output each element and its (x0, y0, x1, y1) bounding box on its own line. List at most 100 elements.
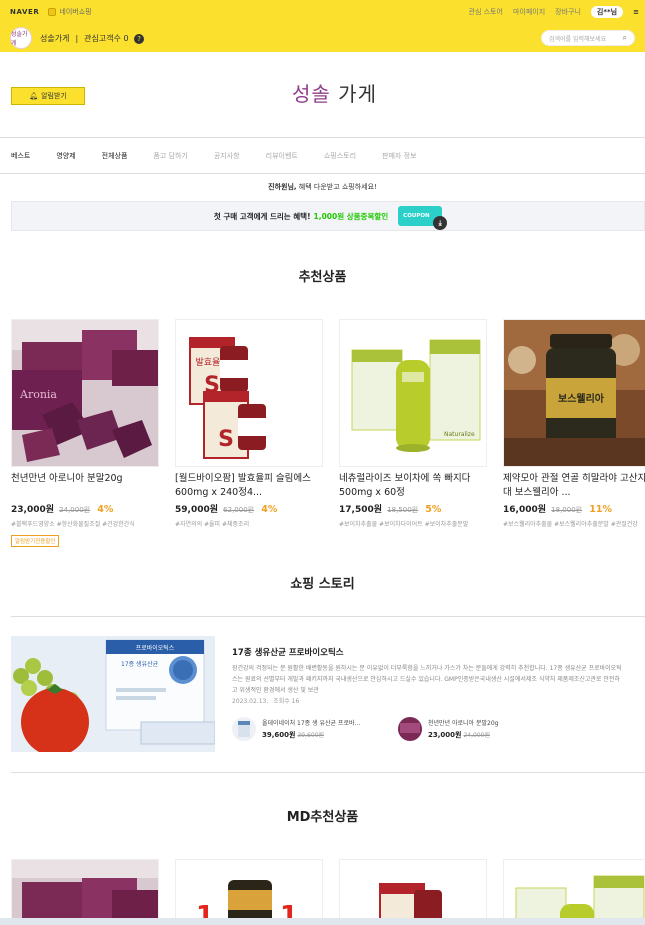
product-card[interactable]: 보스웰리아 제약모아 관절 연골 히말라야 고산지대 보스웰리아 ... 16,… (503, 319, 645, 528)
sale-price: 16,000원 (503, 505, 547, 515)
product-image[interactable]: 보스웰리아 (503, 319, 645, 467)
related-product-name: 천년만년 아로니아 분말20g (428, 720, 499, 727)
brand-title[interactable]: 성솔 가게 (292, 78, 377, 107)
product-price: 23,000원 24,000원 4% (11, 502, 159, 515)
nav-item-review-event[interactable]: 리뷰이벤트 (266, 151, 298, 161)
sale-price: 23,000원 (11, 505, 55, 515)
alarm-button[interactable]: 🔔︎ 알림받기 (11, 87, 85, 105)
product-name[interactable]: [월드바이오팜] 발효율피 슬림에스 600mg x 240정4... (175, 472, 323, 500)
story-description: 장건강의 걱정되는 분 원활한 배변활동을 원하시는 분 이유없이 더부룩함을 … (232, 665, 622, 694)
category-nav: 베스트 영양제 전체상품 품고 담하기 공지사항 리뷰이벤트 쇼핑스토리 판매자… (0, 138, 645, 174)
related-original-price: 39,600원 (297, 732, 324, 739)
favorite-count-label: 관심고객수 0 (84, 33, 129, 43)
svg-text:Naturalize: Naturalize (444, 431, 475, 438)
store-logo[interactable]: 성솔가게 (10, 27, 32, 49)
utility-bar: NAVER 네이버쇼핑 관심 스토어 마이페이지 장바구니 김**님 ≡ (0, 0, 645, 24)
bell-icon: 🔔︎ (29, 92, 39, 100)
product-image[interactable]: 발효율피 S S (175, 319, 323, 467)
naver-shopping-link[interactable]: 네이버쇼핑 (48, 7, 92, 17)
top-bar: NAVER 네이버쇼핑 관심 스토어 마이페이지 장바구니 김**님 ≡ 성솔가… (0, 0, 645, 52)
search-input[interactable]: 검색어를 입력해보세요 ⌕ (541, 30, 635, 46)
store-header: 🔔︎ 알림받기 성솔 가게 (0, 52, 645, 138)
svg-text:17종 생유산균: 17종 생유산균 (121, 660, 159, 668)
md-product-card[interactable] (503, 859, 645, 925)
store-name[interactable]: 성솔가게 (40, 33, 69, 44)
menu-icon[interactable]: ≡ (633, 8, 639, 16)
naver-logo[interactable]: NAVER (10, 8, 39, 16)
story-views: 조회수 16 (273, 698, 300, 705)
favorite-store-link[interactable]: 관심 스토어 (469, 7, 503, 17)
recommended-title: 추천상품 (298, 270, 347, 285)
search-icon[interactable]: ⌕ (623, 33, 627, 43)
story-related-product[interactable]: 올데이네이처 17종 생 유산균 프로바... 39,600원 39,600원 (232, 717, 372, 741)
welcome-user-name: 진하원님, (268, 183, 297, 191)
related-product-name: 올데이네이처 17종 생 유산균 프로바... (262, 720, 361, 727)
discount-rate: 4% (261, 504, 278, 515)
mypage-link[interactable]: 마이페이지 (513, 7, 545, 17)
nav-item-best[interactable]: 베스트 (11, 151, 30, 161)
related-product-info: 천년만년 아로니아 분말20g 23,000원 24,000원 (428, 718, 538, 740)
welcome-text: 혜택 다운받고 쇼핑하세요! (296, 183, 377, 191)
original-price: 18,500원 (387, 506, 419, 514)
product-image[interactable]: Naturalize (339, 319, 487, 467)
product-card[interactable]: Naturalize 네츄럴라이즈 보이차에 쏙 빠지다 500mg x 60정… (339, 319, 487, 528)
related-product-thumb (232, 717, 256, 741)
alarm-label: 알림받기 (41, 92, 67, 100)
md-section-title: MD추천상품 (286, 810, 359, 825)
story-image[interactable]: 프로바이오틱스 17종 생유산균 (11, 636, 215, 752)
search-placeholder: 검색어를 입력해보세요 (549, 35, 607, 43)
related-product-info: 올데이네이처 17종 생 유산균 프로바... 39,600원 39,600원 (262, 718, 372, 740)
md-products: 1 1 (11, 859, 645, 925)
coupon-text: 첫 구매 고객에게 드리는 혜택! (213, 211, 311, 221)
product-price: 16,000원 18,000원 11% (503, 502, 645, 515)
product-card[interactable]: 발효율피 S S [월드바이오팜] 발효율피 슬림에스 600mg x 240정… (175, 319, 323, 528)
product-price: 17,500원 18,500원 5% (339, 502, 487, 515)
favorite-count: 관심고객수 0 ? (84, 33, 145, 44)
svg-text:프로바이오틱스: 프로바이오틱스 (136, 644, 175, 652)
related-product-price: 23,000원 24,000원 (428, 730, 538, 740)
brand-title-part2: 가게 (330, 82, 377, 106)
product-badge: 알림받기전용할인 (11, 535, 60, 547)
utility-links: 관심 스토어 마이페이지 장바구니 김**님 ≡ (469, 6, 639, 18)
related-product-thumb (398, 717, 422, 741)
store-bar: 성솔가게 성솔가게 | 관심고객수 0 ? 검색어를 입력해보세요 ⌕ (0, 24, 645, 52)
nav-item-wishlist[interactable]: 품고 담하기 (153, 151, 187, 161)
product-card[interactable]: Aronia 천년만년 아로니아 분말20g 23,000원 24,000원 4… (11, 319, 159, 547)
brand-title-part1: 성솔 (292, 82, 331, 106)
svg-text:보스웰리아: 보스웰리아 (558, 392, 605, 405)
product-name[interactable]: 네츄럴라이즈 보이차에 쏙 빠지다 500mg x 60정 (339, 472, 487, 500)
welcome-message: 진하원님, 혜택 다운받고 쇼핑하세요! (0, 182, 645, 192)
nav-item-notice[interactable]: 공지사항 (214, 151, 240, 161)
help-icon[interactable]: ? (134, 33, 145, 44)
nav-item-shopping-story[interactable]: 쇼핑스토리 (324, 151, 356, 161)
story-related-product[interactable]: 천년만년 아로니아 분말20g 23,000원 24,000원 (398, 717, 538, 741)
product-name[interactable]: 천년만년 아로니아 분말20g (11, 472, 159, 500)
related-sale-price: 39,600원 (262, 731, 296, 739)
sale-price: 59,000원 (175, 505, 219, 515)
product-image[interactable]: Aronia (11, 319, 159, 467)
md-product-card[interactable] (339, 859, 487, 925)
separator: | (75, 33, 79, 43)
story-title[interactable]: 17종 생유산균 프로바이오틱스 (232, 646, 344, 658)
related-sale-price: 23,000원 (428, 731, 462, 739)
product-tags: #보이차추출물 #보이차다이어트 #보이차추출분말 (339, 521, 469, 528)
shopping-story-card[interactable]: 프로바이오틱스 17종 생유산균 17종 생유산균 프로바이오틱스 장건강의 걱… (11, 636, 645, 754)
coupon-tag-label: COUPON (403, 213, 430, 219)
story-meta: 2023.02.13. 조회수 16 (232, 696, 299, 705)
nav-item-supplements[interactable]: 영양제 (56, 151, 75, 161)
coupon-download-button[interactable]: COUPON ⤓ (398, 206, 448, 230)
md-product-card[interactable] (11, 859, 159, 925)
naver-shopping-label: 네이버쇼핑 (59, 8, 92, 16)
original-price: 24,000원 (59, 506, 91, 514)
discount-rate: 5% (425, 504, 442, 515)
product-tags: #블랙푸드영양소 #항산화물질조절 #건강한간식 (11, 521, 135, 528)
product-tags: #자연의의 #율피 #체중조리 (175, 521, 250, 528)
cart-link[interactable]: 장바구니 (555, 7, 581, 17)
product-name[interactable]: 제약모아 관절 연골 히말라야 고산지대 보스웰리아 ... (503, 472, 645, 500)
story-section-title: 쇼핑 스토리 (290, 577, 355, 592)
bottom-scroll-strip (0, 918, 645, 925)
md-product-card[interactable]: 1 1 (175, 859, 323, 925)
user-menu[interactable]: 김**님 (590, 6, 624, 18)
nav-item-all-products[interactable]: 전체상품 (102, 151, 128, 161)
nav-item-seller-info[interactable]: 판매자 정보 (382, 151, 416, 161)
